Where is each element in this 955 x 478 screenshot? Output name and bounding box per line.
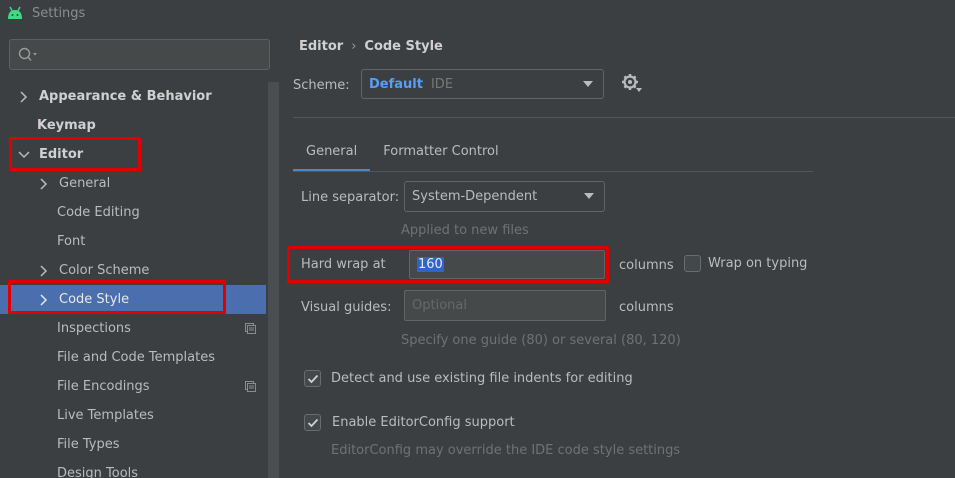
visual-guides-label: Visual guides:	[301, 300, 392, 315]
line-separator-hint: Applied to new files	[401, 223, 529, 238]
line-separator-value: System-Dependent	[412, 189, 538, 204]
editorconfig-label[interactable]: Enable EditorConfig support	[332, 415, 515, 430]
android-icon	[8, 6, 22, 19]
chevron-down-icon	[18, 150, 30, 158]
visual-guides-hint: Specify one guide (80) or several (80, 1…	[401, 333, 681, 348]
breadcrumb-separator: ›	[351, 39, 357, 54]
sidebar-item-label: Live Templates	[57, 408, 154, 423]
detect-indents-checkbox[interactable]	[304, 370, 321, 387]
chevron-right-icon	[40, 264, 48, 277]
sidebar-item-editor[interactable]: Editor	[0, 140, 266, 169]
line-separator-dropdown[interactable]: System-Dependent	[404, 181, 605, 212]
breadcrumb: Editor › Code Style	[299, 39, 443, 54]
sidebar-item-color-scheme[interactable]: Color Scheme	[0, 256, 266, 285]
sidebar-item-file-code-templates[interactable]: File and Code Templates	[0, 343, 266, 372]
gear-icon[interactable]	[621, 73, 643, 95]
hard-wrap-label: Hard wrap at	[301, 257, 386, 272]
sidebar-item-label: General	[59, 176, 111, 191]
scheme-label: Scheme:	[293, 78, 350, 93]
sidebar-item-appearance-behavior[interactable]: Appearance & Behavior	[0, 82, 266, 111]
dropdown-arrow-icon	[584, 193, 594, 199]
editorconfig-hint: EditorConfig may override the IDE code s…	[331, 443, 681, 458]
chevron-right-icon	[20, 90, 28, 103]
hard-wrap-input[interactable]: 160	[409, 250, 605, 279]
tab-general[interactable]: General	[293, 139, 371, 172]
hard-wrap-columns-label: columns	[619, 258, 674, 273]
checkmark-icon	[307, 374, 319, 384]
sidebar-item-label: Font	[57, 234, 86, 249]
search-input[interactable]	[9, 39, 270, 70]
sidebar-item-font[interactable]: Font	[0, 227, 266, 256]
chevron-right-icon	[40, 177, 48, 190]
wrap-on-typing-checkbox[interactable]	[684, 255, 701, 272]
sidebar-item-label: Editor	[39, 147, 84, 162]
tab-formatter-control[interactable]: Formatter Control	[370, 139, 511, 172]
checkmark-icon	[307, 418, 319, 428]
sidebar-item-label: Inspections	[57, 321, 131, 336]
settings-content: Editor › Code Style Scheme: Default IDE …	[279, 26, 955, 478]
sidebar-item-label: File and Code Templates	[57, 350, 215, 365]
wrap-on-typing-label[interactable]: Wrap on typing	[708, 256, 807, 271]
sidebar-item-live-templates[interactable]: Live Templates	[0, 401, 266, 430]
hard-wrap-value: 160	[417, 257, 444, 272]
sidebar-item-file-encodings[interactable]: File Encodings	[0, 372, 266, 401]
visual-guides-input[interactable]: Optional	[404, 290, 606, 321]
sidebar-item-file-types[interactable]: File Types	[0, 430, 266, 459]
chevron-right-icon	[40, 293, 48, 306]
detect-indents-label[interactable]: Detect and use existing file indents for…	[331, 371, 633, 386]
scheme-dropdown[interactable]: Default IDE	[361, 69, 604, 99]
scheme-value: Default	[369, 76, 423, 92]
sidebar-item-label: Keymap	[37, 118, 96, 133]
dropdown-arrow-icon	[583, 81, 593, 87]
project-scope-icon	[245, 323, 256, 334]
sidebar-item-label: Design Tools	[57, 466, 139, 478]
settings-sidebar: Appearance & Behavior Keymap Editor Gene…	[0, 26, 279, 478]
tabs-divider	[293, 171, 813, 172]
sidebar-item-label: Code Editing	[57, 205, 140, 220]
scheme-sub: IDE	[430, 76, 454, 92]
project-scope-icon	[245, 381, 256, 392]
sidebar-item-inspections[interactable]: Inspections	[0, 314, 266, 343]
sidebar-item-general[interactable]: General	[0, 169, 266, 198]
tab-bar: General Formatter Control	[293, 139, 512, 172]
breadcrumb-parent[interactable]: Editor	[299, 39, 343, 54]
visual-guides-columns-label: columns	[619, 300, 674, 315]
sidebar-item-label: Color Scheme	[59, 263, 150, 278]
sidebar-item-label: File Encodings	[57, 379, 150, 394]
header-divider	[293, 117, 955, 118]
sidebar-item-design-tools[interactable]: Design Tools	[0, 459, 266, 478]
editorconfig-checkbox[interactable]	[304, 414, 321, 431]
line-separator-label: Line separator:	[301, 190, 400, 205]
sidebar-item-label: File Types	[57, 437, 120, 452]
title-bar: Settings	[0, 0, 955, 26]
sidebar-item-code-editing[interactable]: Code Editing	[0, 198, 266, 227]
breadcrumb-current: Code Style	[364, 39, 443, 54]
sidebar-item-label: Appearance & Behavior	[39, 89, 212, 104]
search-icon	[18, 47, 37, 61]
sidebar-item-label: Code Style	[59, 292, 130, 307]
sidebar-scrollbar-thumb[interactable]	[268, 82, 279, 478]
sidebar-item-code-style[interactable]: Code Style	[0, 285, 279, 314]
sidebar-item-keymap[interactable]: Keymap	[0, 111, 266, 140]
visual-guides-placeholder: Optional	[412, 298, 467, 313]
window-title: Settings	[32, 5, 86, 21]
